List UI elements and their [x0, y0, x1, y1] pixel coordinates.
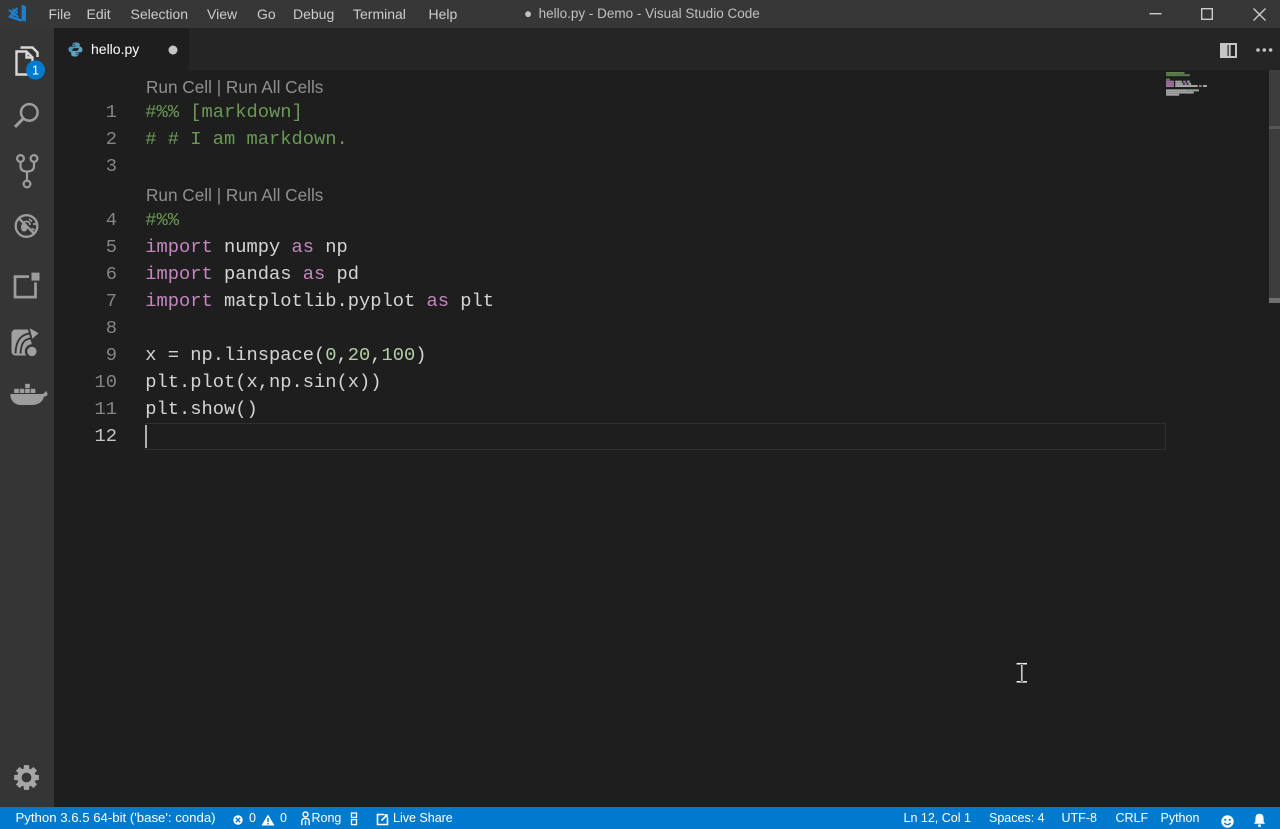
svg-text:1: 1 [32, 63, 39, 78]
